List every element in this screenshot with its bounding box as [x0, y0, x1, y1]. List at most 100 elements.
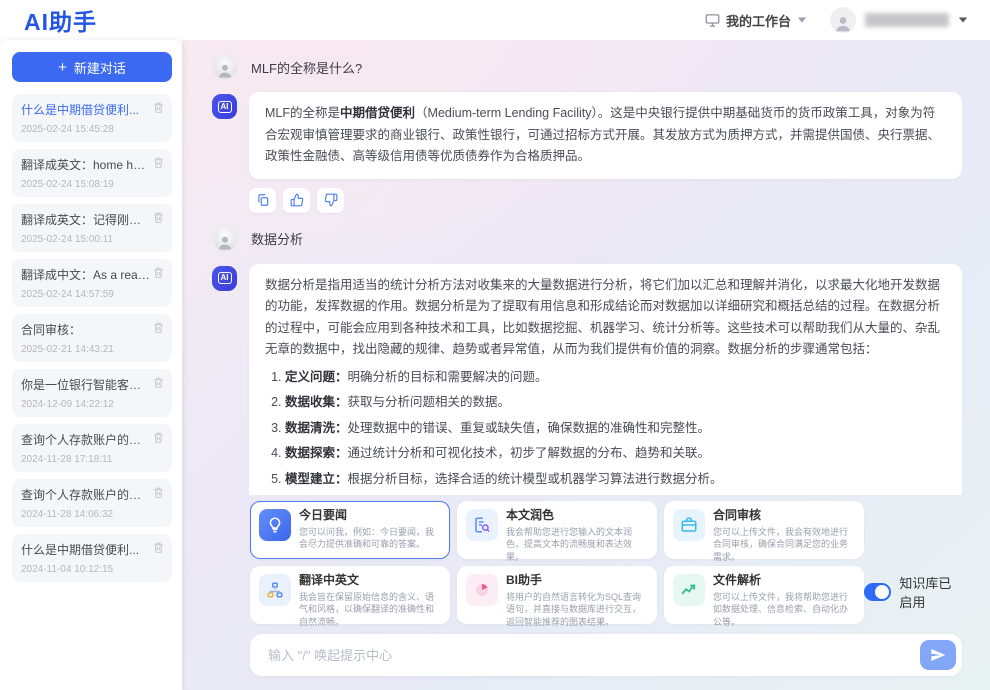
- knowledge-base-toggle: 知识库已启用: [864, 573, 962, 611]
- conversation-title: 翻译成中文：As a reader...: [21, 266, 150, 283]
- feature-desc: 您可以上传文件，我将帮助您进行如数据处理、信息检索、自动化办公等。: [713, 591, 855, 629]
- feature-desc: 我会帮助您进行您输入的文本润色，提高文本的流畅度和表达效果。: [506, 526, 648, 564]
- ai-avatar: AI: [212, 266, 237, 291]
- copy-button[interactable]: [249, 188, 276, 213]
- ai-message: AI MLF的全称是中期借贷便利（Medium-term Lending Fac…: [212, 92, 962, 179]
- trash-icon[interactable]: [152, 376, 165, 389]
- conversation-item[interactable]: 查询个人存款账户的最新... 2024-11-28 17:18:11: [12, 424, 172, 472]
- conversation-time: 2025-02-24 14:57:59: [21, 289, 150, 300]
- trash-icon[interactable]: [152, 101, 165, 114]
- send-button[interactable]: [920, 640, 956, 670]
- conversation-title: 什么是中期借贷便利...: [21, 541, 150, 558]
- plus-icon: +: [58, 60, 67, 75]
- thumbs-up-icon: [290, 193, 304, 207]
- conversation-time: 2025-02-24 15:00:11: [21, 234, 150, 245]
- conversation-title: 查询个人存款账户的最新...: [21, 486, 150, 503]
- feature-card-daily-news[interactable]: 今日要闻 您可以问我，例如：今日要闻，我会尽力提供准确和可靠的答案。: [250, 501, 450, 559]
- conversation-item[interactable]: 翻译成英文：记得刚开始... 2025-02-24 15:00:11: [12, 204, 172, 252]
- copy-icon: [256, 193, 270, 207]
- feature-card-bi-assistant[interactable]: BI助手 将用户的自然语言转化为SQL查询语句，并直接与数据库进行交互，返回智能…: [457, 566, 657, 624]
- chevron-down-icon: [797, 16, 807, 24]
- feature-section: 今日要闻 您可以问我，例如：今日要闻，我会尽力提供准确和可靠的答案。 本文润色 …: [250, 501, 962, 624]
- feature-title: 本文润色: [506, 508, 648, 524]
- trash-icon[interactable]: [152, 541, 165, 554]
- conversation-item[interactable]: 什么是中期借贷便利... 2024-11-04 10:12:15: [12, 534, 172, 582]
- ai-text: 数据分析是指用适当的统计分析方法对收集来的大量数据进行分析，将它们加以汇总和理解…: [265, 278, 940, 357]
- trash-icon[interactable]: [152, 211, 165, 224]
- username-redacted[interactable]: [865, 13, 949, 27]
- conversation-title: 翻译成英文：记得刚开始...: [21, 211, 150, 228]
- step-desc: 处理数据中的错误、重复或缺失值，确保数据的准确性和完整性。: [348, 421, 711, 435]
- user-avatar[interactable]: [830, 7, 856, 33]
- conversation-item[interactable]: 什么是中期借贷便利... 2025-02-24 15:45:28: [12, 94, 172, 142]
- trend-chart-icon: [680, 581, 698, 599]
- app-window: AI助手 我的工作台 + 新建对话 什么: [0, 0, 990, 690]
- sidebar: + 新建对话 什么是中期借贷便利... 2025-02-24 15:45:28 …: [0, 40, 182, 690]
- trash-icon[interactable]: [152, 431, 165, 444]
- feature-card-text-polish[interactable]: 本文润色 我会帮助您进行您输入的文本润色，提高文本的流畅度和表达效果。: [457, 501, 657, 559]
- workspace-menu[interactable]: 我的工作台: [705, 11, 807, 30]
- user-avatar: [212, 54, 238, 80]
- conversation-item[interactable]: 翻译成英文：home home 2025-02-24 15:08:19: [12, 149, 172, 197]
- analysis-step: 数据收集：获取与分析问题相关的数据。: [285, 392, 946, 414]
- step-term: 数据清洗：: [285, 421, 348, 435]
- analysis-steps: 定义问题：明确分析的目标和需要解决的问题。 数据收集：获取与分析问题相关的数据。…: [265, 367, 946, 496]
- trash-icon[interactable]: [152, 266, 165, 279]
- conversation-title: 合同审核：: [21, 321, 150, 338]
- conversation-item[interactable]: 你是一位银行智能客服，... 2024-12-09 14:22:12: [12, 369, 172, 417]
- step-term: 模型建立：: [285, 472, 348, 486]
- message-input[interactable]: [266, 647, 920, 664]
- toggle-label: 知识库已启用: [899, 573, 962, 611]
- conversation-title: 什么是中期借贷便利...: [21, 101, 150, 118]
- message-list: MLF的全称是什么? AI MLF的全称是中期借贷便利（Medium-term …: [212, 40, 962, 495]
- dislike-button[interactable]: [317, 188, 344, 213]
- feature-desc: 您可以问我，例如：今日要闻，我会尽力提供准确和可靠的答案。: [299, 526, 441, 551]
- message-input-bar: [250, 634, 962, 676]
- conversation-time: 2024-11-28 14:06:32: [21, 509, 150, 520]
- new-chat-label: 新建对话: [74, 58, 126, 77]
- conversation-item[interactable]: 查询个人存款账户的最新... 2024-11-28 14:06:32: [12, 479, 172, 527]
- conversation-time: 2025-02-21 14:43:21: [21, 344, 150, 355]
- feature-card-file-parse[interactable]: 文件解析 您可以上传文件，我将帮助您进行如数据处理、信息检索、自动化办公等。: [664, 566, 864, 624]
- message-actions: [249, 188, 962, 213]
- conversation-list: 什么是中期借贷便利... 2025-02-24 15:45:28 翻译成英文：h…: [12, 94, 172, 582]
- conversation-item[interactable]: 合同审核： 2025-02-21 14:43:21: [12, 314, 172, 362]
- conversation-title: 你是一位银行智能客服，...: [21, 376, 150, 393]
- workspace-label: 我的工作台: [726, 11, 791, 30]
- conversation-title: 翻译成英文：home home: [21, 156, 150, 173]
- toggle-switch[interactable]: [864, 583, 891, 601]
- trash-icon[interactable]: [152, 486, 165, 499]
- like-button[interactable]: [283, 188, 310, 213]
- translate-icon: [266, 581, 284, 599]
- paper-plane-icon: [930, 647, 946, 663]
- conversation-time: 2025-02-24 15:08:19: [21, 179, 150, 190]
- feature-title: 文件解析: [713, 573, 855, 589]
- conversation-title: 查询个人存款账户的最新...: [21, 431, 150, 448]
- ai-avatar: AI: [212, 94, 237, 119]
- briefcase-icon: [680, 516, 698, 534]
- conversation-time: 2025-02-24 15:45:28: [21, 124, 150, 135]
- feature-card-translate[interactable]: 翻译中英文 我会旨在保留原始信息的含义、语气和风格，以确保翻译的准确性和自然流畅…: [250, 566, 450, 624]
- step-desc: 根据分析目标，选择合适的统计模型或机器学习算法进行数据分析。: [348, 472, 723, 486]
- trash-icon[interactable]: [152, 321, 165, 334]
- step-desc: 通过统计分析和可视化技术，初步了解数据的分布、趋势和关联。: [348, 446, 711, 460]
- feature-desc: 将用户的自然语言转化为SQL查询语句，并直接与数据库进行交互，返回智能推荐的图表…: [506, 591, 648, 629]
- feature-card-contract-review[interactable]: 合同审核 您可以上传文件，我会有效地进行合同审核，确保合同满足您的业务需求。: [664, 501, 864, 559]
- chat-area: MLF的全称是什么? AI MLF的全称是中期借贷便利（Medium-term …: [182, 40, 990, 690]
- new-chat-button[interactable]: + 新建对话: [12, 52, 172, 82]
- feature-title: BI助手: [506, 573, 648, 589]
- user-message-text: 数据分析: [251, 229, 303, 248]
- monitor-icon: [705, 13, 720, 28]
- chevron-down-icon[interactable]: [958, 16, 968, 24]
- analysis-step: 数据探索：通过统计分析和可视化技术，初步了解数据的分布、趋势和关联。: [285, 443, 946, 465]
- person-icon: [216, 233, 234, 251]
- thumbs-down-icon: [324, 193, 338, 207]
- user-message-text: MLF的全称是什么?: [251, 58, 362, 77]
- trash-icon[interactable]: [152, 156, 165, 169]
- conversation-item[interactable]: 翻译成中文：As a reader... 2025-02-24 14:57:59: [12, 259, 172, 307]
- feature-desc: 您可以上传文件，我会有效地进行合同审核，确保合同满足您的业务需求。: [713, 526, 855, 564]
- lightbulb-icon: [266, 516, 284, 534]
- ai-message-card: 数据分析是指用适当的统计分析方法对收集来的大量数据进行分析，将它们加以汇总和理解…: [249, 264, 962, 496]
- app-logo: AI助手: [24, 3, 97, 37]
- analysis-step: 模型建立：根据分析目标，选择合适的统计模型或机器学习算法进行数据分析。: [285, 469, 946, 491]
